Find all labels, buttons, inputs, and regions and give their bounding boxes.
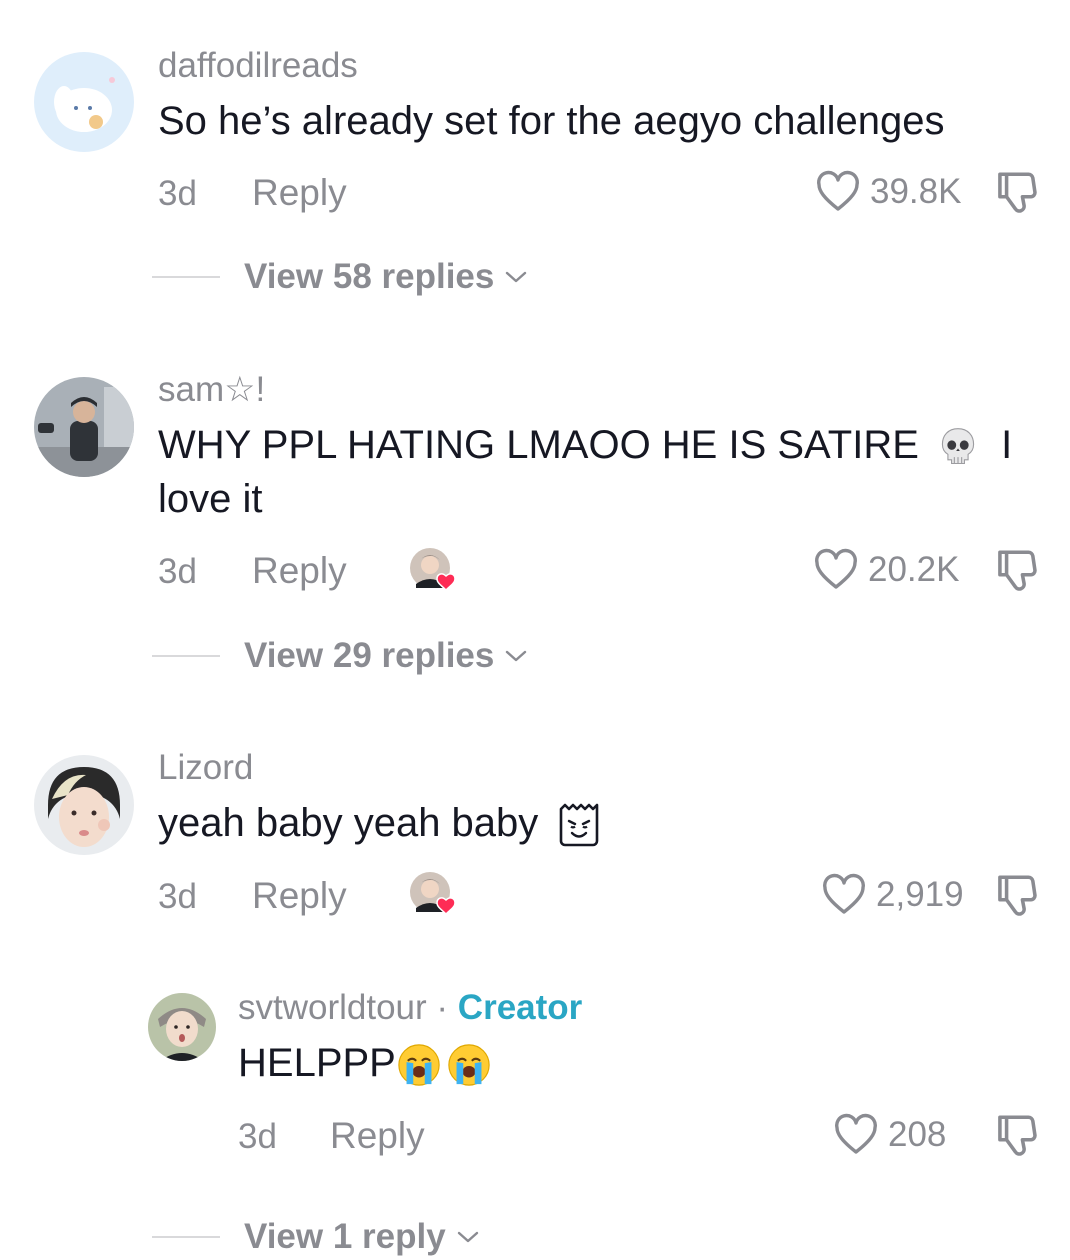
reply-button[interactable]: Reply xyxy=(252,875,347,917)
comment-text-body: HELPPP xyxy=(238,1041,396,1085)
comment-text-body: yeah baby yeah baby xyxy=(158,801,539,845)
avatar[interactable] xyxy=(34,755,134,855)
like-button[interactable]: 39.8K xyxy=(814,168,961,216)
heart-icon xyxy=(823,873,865,914)
comment-time: 3d xyxy=(158,552,197,591)
comment-text-after-emoji: I xyxy=(1001,423,1013,467)
username[interactable]: Lizord xyxy=(158,748,253,788)
heart-icon xyxy=(815,548,857,589)
reply-button[interactable]: Reply xyxy=(252,172,347,214)
comment-text: WHY PPL HATING LMAOO HE IS SATIRE I love… xyxy=(158,418,1038,526)
reply-button[interactable]: Reply xyxy=(252,550,347,592)
dislike-icon[interactable] xyxy=(992,546,1042,596)
heart-icon xyxy=(835,1113,877,1154)
chevron-down-icon xyxy=(457,1231,478,1243)
chevron-down-icon xyxy=(506,650,527,662)
view-replies-label: View 29 replies xyxy=(244,636,495,675)
comment-time: 3d xyxy=(158,877,197,916)
like-button[interactable]: 2,919 xyxy=(820,871,964,919)
creator-liked-icon xyxy=(410,872,456,916)
like-count: 208 xyxy=(888,1115,947,1154)
username[interactable]: svtworldtour xyxy=(238,988,427,1027)
loudly-crying-face-emoji-icon xyxy=(448,1044,490,1087)
creator-badge: Creator xyxy=(457,988,583,1027)
comment-text-line1: WHY PPL HATING LMAOO HE IS SATIRE xyxy=(158,423,919,467)
avatar[interactable] xyxy=(34,377,134,477)
reply-author: svtworldtour · Creator xyxy=(238,988,582,1028)
separator-dot: · xyxy=(436,988,449,1027)
divider-line xyxy=(152,276,220,278)
smug-bag-face-emoji-icon xyxy=(560,804,599,847)
comment-text-line2: love it xyxy=(158,477,263,521)
comment-time: 3d xyxy=(238,1117,277,1156)
like-count: 39.8K xyxy=(870,172,962,211)
view-replies-label: View 58 replies xyxy=(244,257,495,296)
like-button[interactable]: 20.2K xyxy=(812,546,959,594)
username[interactable]: sam☆! xyxy=(158,370,265,410)
view-replies-button[interactable]: View 1 reply xyxy=(152,1217,480,1257)
view-replies-button[interactable]: View 58 replies xyxy=(152,257,528,297)
like-button[interactable]: 208 xyxy=(832,1111,946,1159)
like-count: 2,919 xyxy=(876,875,964,914)
view-replies-label: View 1 reply xyxy=(244,1217,446,1256)
comment-text: So he’s already set for the aegyo challe… xyxy=(158,99,945,143)
like-count: 20.2K xyxy=(868,550,960,589)
dislike-icon[interactable] xyxy=(992,1111,1042,1161)
chevron-down-icon xyxy=(506,271,527,283)
avatar[interactable] xyxy=(148,993,216,1061)
comment-text: HELPPP xyxy=(238,1036,492,1090)
comment-time: 3d xyxy=(158,174,197,213)
skull-emoji-icon xyxy=(941,428,975,465)
view-replies-button[interactable]: View 29 replies xyxy=(152,636,528,676)
reply-button[interactable]: Reply xyxy=(330,1115,425,1157)
dislike-icon[interactable] xyxy=(992,168,1042,218)
avatar[interactable] xyxy=(34,52,134,152)
username[interactable]: daffodilreads xyxy=(158,46,358,86)
divider-line xyxy=(152,655,220,657)
loudly-crying-face-emoji-icon xyxy=(398,1044,440,1087)
heart-icon xyxy=(817,170,859,211)
comment-text: yeah baby yeah baby xyxy=(158,796,601,850)
dislike-icon[interactable] xyxy=(992,871,1042,921)
creator-liked-icon xyxy=(410,548,456,592)
divider-line xyxy=(152,1236,220,1238)
